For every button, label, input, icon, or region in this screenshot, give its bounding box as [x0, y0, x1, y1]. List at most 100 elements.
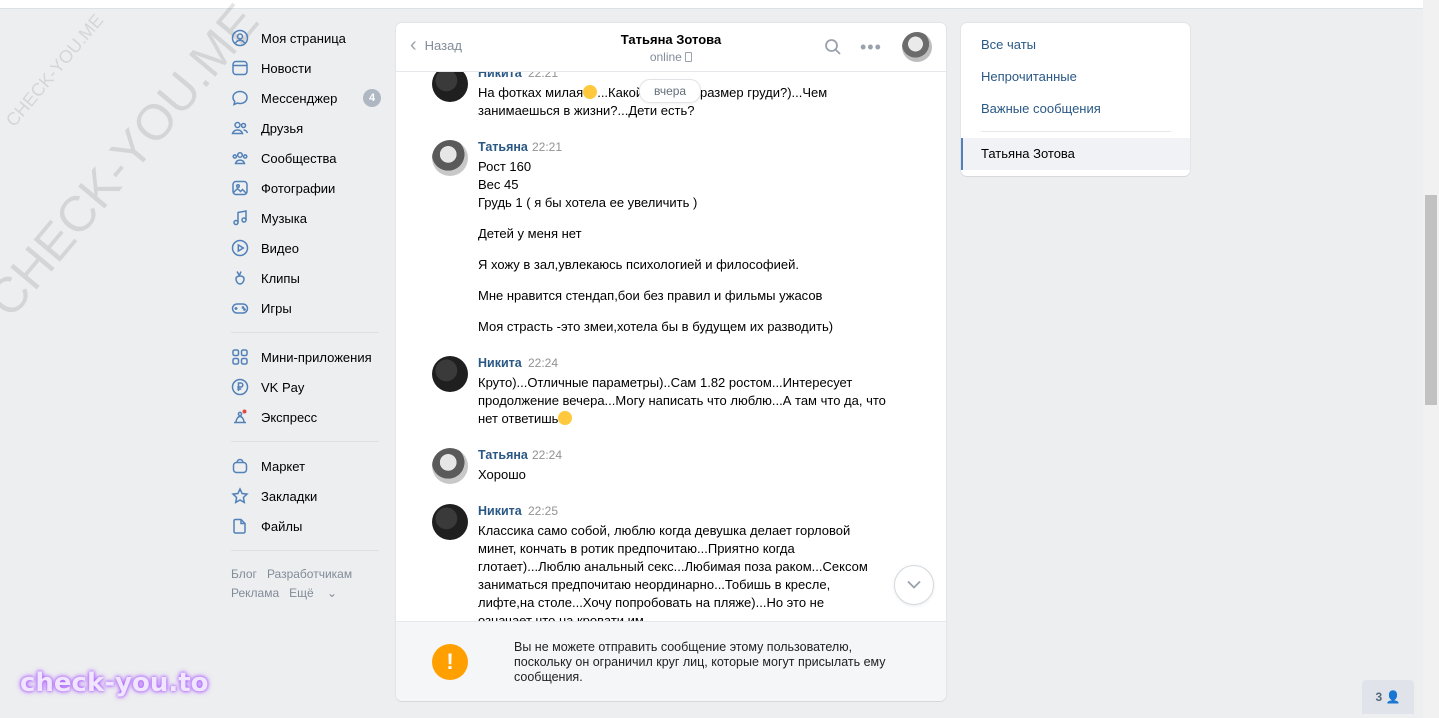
status-text: online — [649, 50, 682, 64]
sidebar-item-label: Файлы — [261, 518, 303, 534]
sidebar-item-label: Сообщества — [261, 150, 337, 166]
avatar[interactable] — [432, 356, 468, 392]
sidebar-item-label: Мессенджер — [261, 90, 338, 106]
bag-icon — [231, 457, 249, 475]
user-circle-icon — [231, 29, 249, 47]
message-text: Круто)...Отличные параметры)..Сам 1.82 р… — [478, 374, 898, 428]
sidebar-item-news[interactable]: Новости — [231, 53, 381, 83]
message-time: 22:24 — [528, 356, 559, 370]
restricted-notice: ! Вы не можете отправить сообщение этому… — [396, 621, 946, 701]
messenger-badge: 4 — [363, 89, 381, 107]
watermark-diagonal-large: CHECK-YOU.ME — [0, 0, 270, 328]
message-author[interactable]: Никита — [478, 504, 522, 518]
chat-filter-panel: Все чаты Непрочитанные Важные сообщения … — [961, 23, 1190, 176]
message-author[interactable]: Никита — [478, 356, 522, 370]
sidebar-item-label: Друзья — [261, 120, 304, 136]
avatar[interactable] — [902, 32, 932, 62]
star-icon — [231, 487, 249, 505]
avatar[interactable] — [432, 140, 468, 176]
page-scrollbar[interactable] — [1423, 0, 1439, 718]
message-line: Детей у меня нет — [478, 226, 582, 241]
scroll-down-button[interactable] — [894, 565, 934, 605]
sidebar-item-video[interactable]: Видео — [231, 233, 381, 263]
newspaper-icon — [231, 59, 249, 77]
sidebar-item-express[interactable]: Экспресс — [231, 402, 381, 432]
left-navigation: Моя страница Новости Мессенджер 4 Друзья… — [231, 23, 381, 603]
sidebar-item-label: Новости — [261, 60, 312, 76]
grid-apps-icon — [231, 348, 249, 366]
sidebar-item-messenger[interactable]: Мессенджер 4 — [231, 83, 381, 113]
nav-divider — [231, 441, 379, 442]
message-list[interactable]: Никита 22:21 На фотках милая ...Какой рос… — [396, 72, 946, 621]
filter-important[interactable]: Важные сообщения — [981, 101, 1101, 116]
restricted-notice-text: Вы не можете отправить сообщение этому п… — [514, 640, 886, 684]
search-icon[interactable] — [824, 38, 842, 56]
photo-icon — [231, 179, 249, 197]
message-line: Классика само собой, люблю когда девушка… — [478, 523, 868, 621]
scrollbar-thumb[interactable] — [1425, 195, 1437, 405]
message-time: 22:21 — [528, 72, 559, 80]
online-count: 3 — [1375, 690, 1383, 704]
message-line: Рост 160 — [478, 159, 532, 174]
avatar[interactable] — [432, 72, 468, 102]
friends-icon — [231, 119, 249, 137]
sidebar-item-games[interactable]: Игры — [231, 293, 381, 323]
nav-divider — [231, 332, 379, 333]
message-author[interactable]: Татьяна — [478, 140, 528, 154]
online-friends-button[interactable]: 3 👤 — [1362, 680, 1414, 714]
music-note-icon — [231, 209, 249, 227]
message-author[interactable]: Никита — [478, 72, 522, 80]
sidebar-item-vk-pay[interactable]: VK Pay — [231, 372, 381, 402]
sidebar-item-market[interactable]: Маркет — [231, 451, 381, 481]
avatar[interactable] — [432, 504, 468, 540]
sidebar-footer: Блог Разработчикам Реклама Ещё ⌄ — [231, 565, 381, 603]
sidebar-item-files[interactable]: Файлы — [231, 511, 381, 541]
sidebar-item-mini-apps[interactable]: Мини-приложения — [231, 342, 381, 372]
filter-divider — [981, 131, 1171, 132]
file-icon — [231, 517, 249, 535]
message-time: 22:21 — [532, 140, 563, 154]
message-text: Классика само собой, люблю когда девушка… — [478, 522, 868, 621]
sidebar-item-bookmarks[interactable]: Закладки — [231, 481, 381, 511]
chevron-down-icon — [907, 580, 921, 589]
footer-link-blog[interactable]: Блог — [231, 567, 257, 581]
active-chat-label: Татьяна Зотова — [981, 146, 1075, 161]
sidebar-item-label: Мини-приложения — [261, 349, 372, 365]
message-line: На фотках милая — [478, 85, 584, 100]
watermark-diagonal-small: CHECK-YOU.ME — [1, 10, 108, 131]
date-separator: вчера — [639, 79, 702, 103]
filter-unread[interactable]: Непрочитанные — [981, 69, 1077, 84]
mobile-phone-icon — [685, 52, 693, 62]
more-options-icon[interactable]: ••• — [860, 37, 882, 58]
message-line: Моя страсть -это змеи,хотела бы в будуще… — [478, 319, 834, 334]
ruble-coin-icon — [231, 378, 249, 396]
message-text: Хорошо — [478, 466, 898, 484]
footer-link-more[interactable]: Ещё ⌄ — [289, 586, 347, 600]
chat-header: ‹ Назад Татьяна Зотова online ••• — [396, 23, 946, 72]
active-chat-item[interactable]: Татьяна Зотова — [961, 138, 1190, 170]
watermark-bottom: check-you.to — [20, 668, 209, 698]
message-line: Я хожу в зал,увлекаюсь психологией и фил… — [478, 257, 799, 272]
sidebar-item-label: Закладки — [261, 488, 318, 504]
avatar[interactable] — [432, 448, 468, 484]
sidebar-item-communities[interactable]: Сообщества — [231, 143, 381, 173]
sidebar-item-photos[interactable]: Фотографии — [231, 173, 381, 203]
sidebar-item-music[interactable]: Музыка — [231, 203, 381, 233]
express-icon — [231, 408, 249, 426]
filter-all-chats[interactable]: Все чаты — [981, 37, 1036, 52]
message-text: Рост 160 Вес 45 Грудь 1 ( я бы хотела ее… — [478, 158, 898, 349]
sidebar-item-my-page[interactable]: Моя страница — [231, 23, 381, 53]
sidebar-item-label: Экспресс — [261, 409, 318, 425]
chat-bubble-icon — [231, 89, 249, 107]
heart-eyes-emoji-icon — [583, 85, 598, 99]
footer-link-ads[interactable]: Реклама — [231, 586, 279, 600]
sidebar-item-friends[interactable]: Друзья — [231, 113, 381, 143]
sidebar-item-label: VK Pay — [261, 379, 305, 395]
message-author[interactable]: Татьяна — [478, 448, 528, 462]
sidebar-item-clips[interactable]: Клипы — [231, 263, 381, 293]
flushed-emoji-icon — [558, 411, 573, 425]
message-line: Грудь 1 ( я бы хотела ее увеличить ) — [478, 195, 698, 210]
footer-link-developers[interactable]: Разработчикам — [267, 567, 352, 581]
sidebar-item-label: Моя страница — [261, 30, 346, 46]
sidebar-item-label: Клипы — [261, 270, 300, 286]
